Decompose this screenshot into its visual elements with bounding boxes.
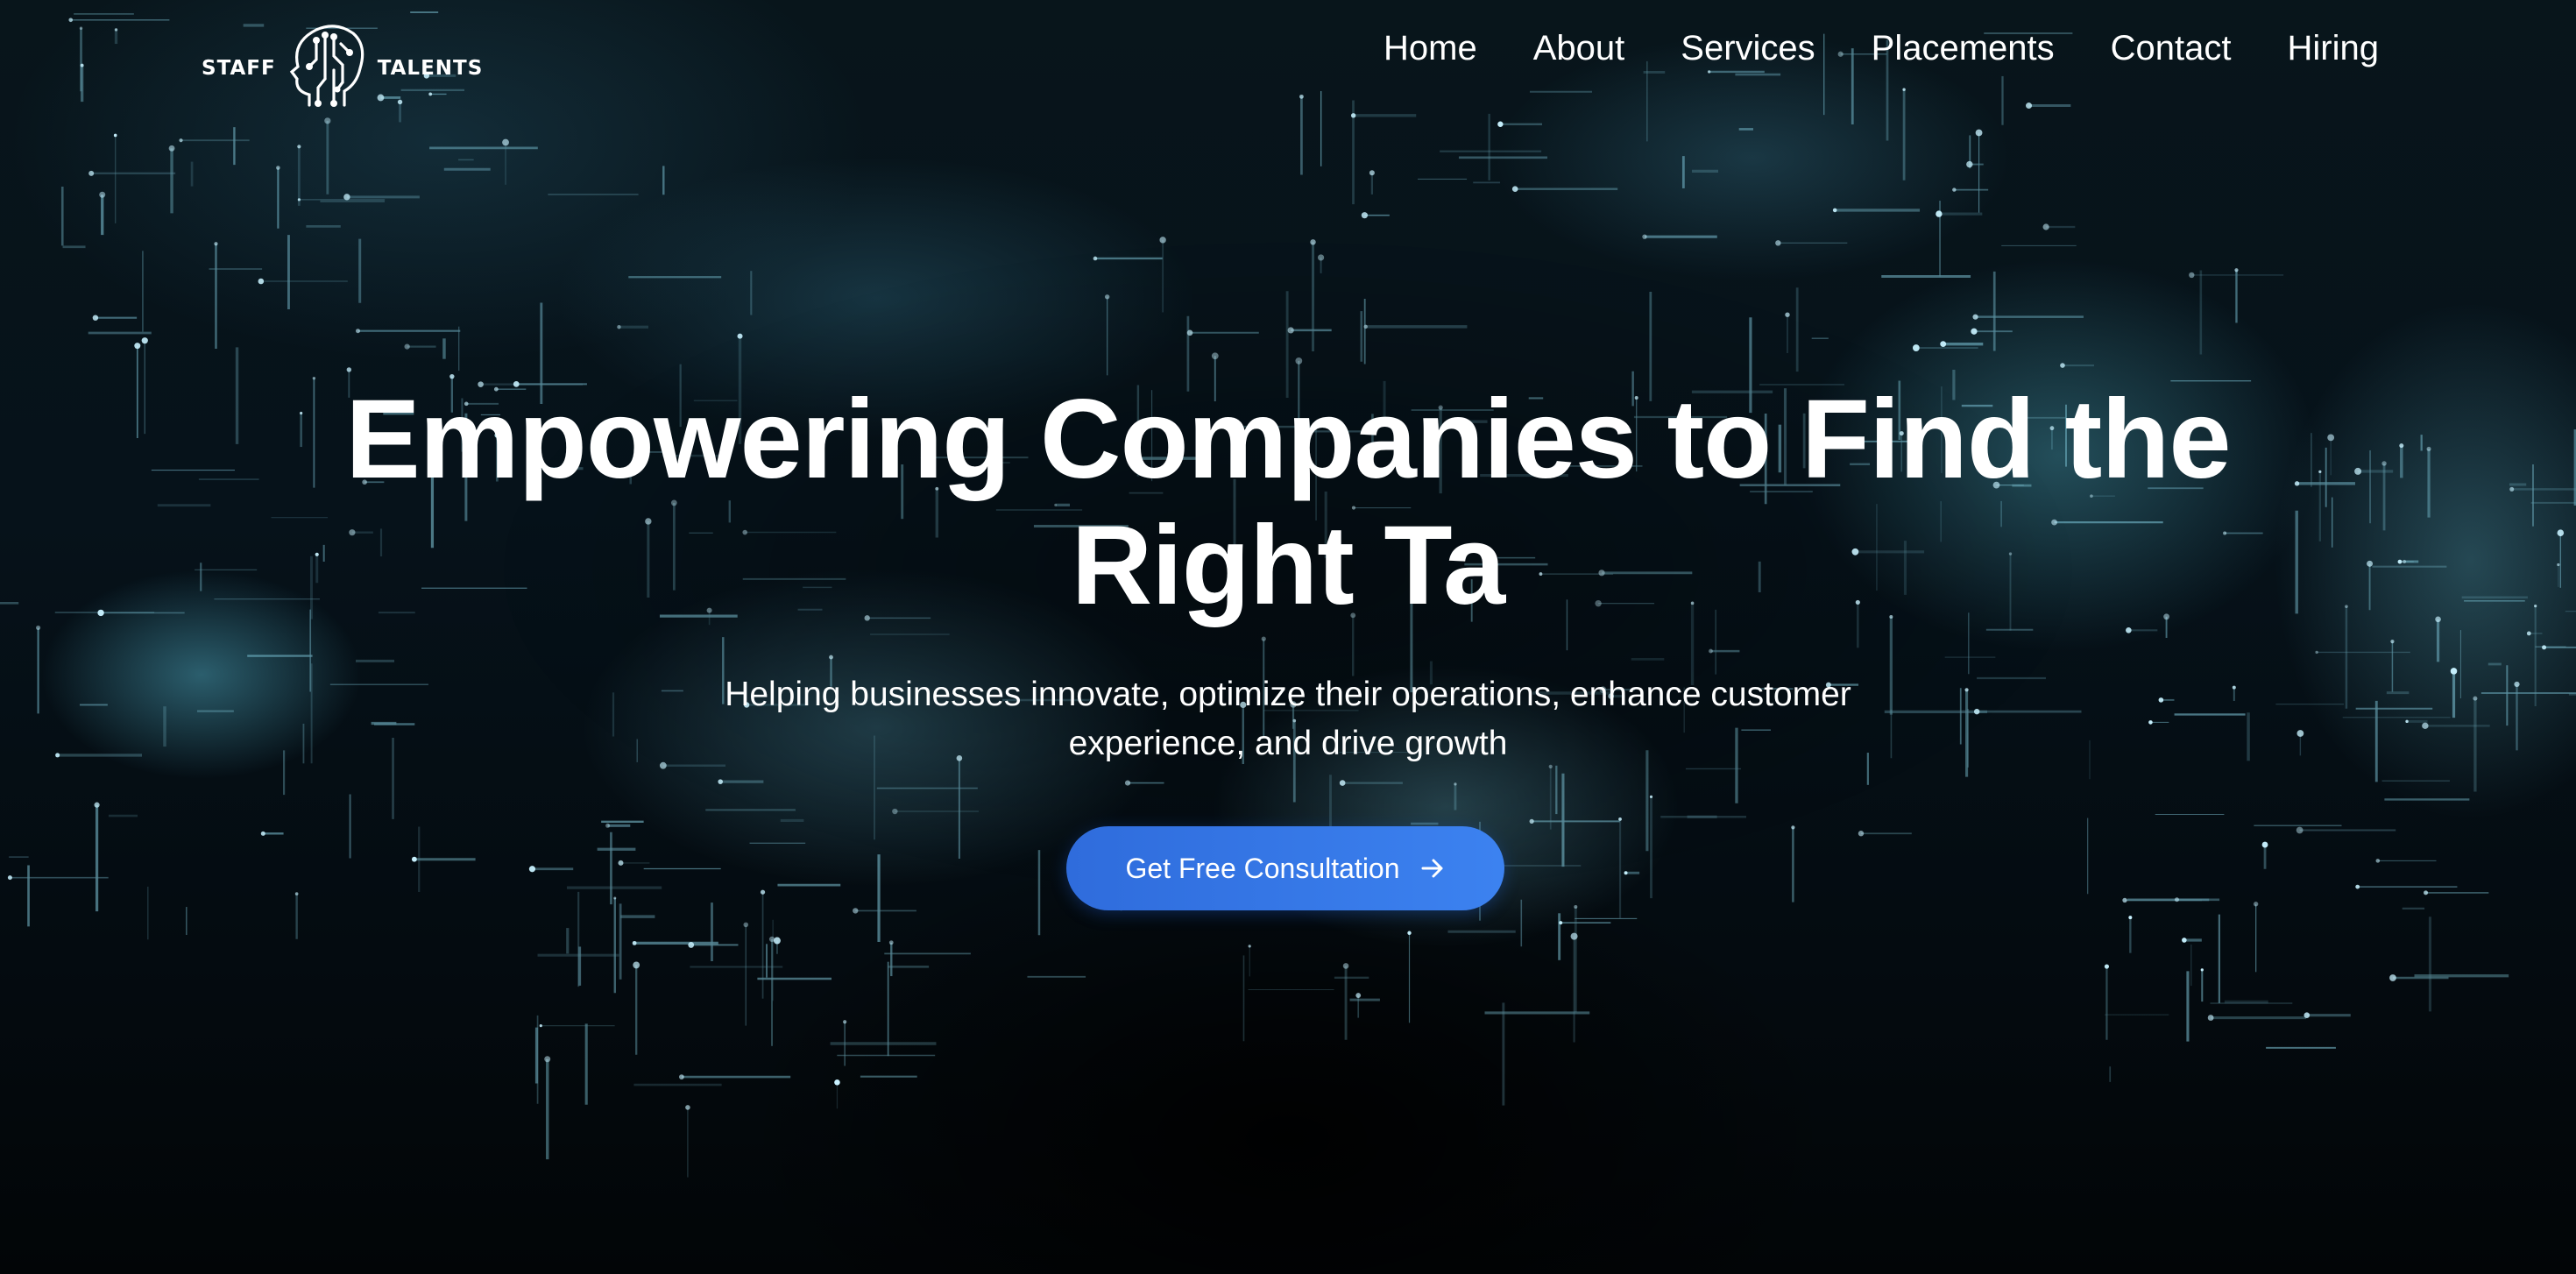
logo-word-right: TALENTS — [377, 56, 484, 80]
circuit-head-icon — [289, 25, 364, 107]
hero-subtext: Helping businesses innovate, optimize th… — [675, 670, 1901, 768]
cta-label: Get Free Consultation — [1125, 852, 1400, 884]
brand-logo[interactable]: STAFF TALENTS — [202, 18, 483, 118]
top-navigation-bar: STAFF TALENTS Home About Services Placem… — [0, 0, 2576, 107]
hero-subtext-line-1: Helping businesses innovate, optimize th… — [725, 676, 1851, 713]
nav-services[interactable]: Services — [1681, 25, 1815, 72]
hero-section: STAFF TALENTS Home About Services Placem… — [0, 0, 2576, 1274]
nav-home[interactable]: Home — [1384, 25, 1477, 72]
hero-subtext-line-2: experience, and drive growth — [1068, 725, 1508, 762]
arrow-right-icon — [1421, 859, 1443, 878]
background-overlay — [0, 0, 2576, 1274]
nav-about[interactable]: About — [1533, 25, 1625, 72]
nav-hiring[interactable]: Hiring — [2288, 25, 2379, 72]
hero-headline: Empowering Companies to Find the Right T… — [175, 377, 2401, 629]
hero-headline-line-1: Empowering Companies to Find the — [345, 377, 2231, 502]
nav-placements[interactable]: Placements — [1872, 25, 2055, 72]
logo-word-left: STAFF — [202, 56, 276, 80]
nav-contact[interactable]: Contact — [2111, 25, 2232, 72]
main-nav: Home About Services Placements Contact H… — [1327, 25, 2379, 72]
get-free-consultation-button[interactable]: Get Free Consultation — [1066, 826, 1504, 910]
hero-headline-line-2: Right Ta — [1071, 503, 1505, 628]
